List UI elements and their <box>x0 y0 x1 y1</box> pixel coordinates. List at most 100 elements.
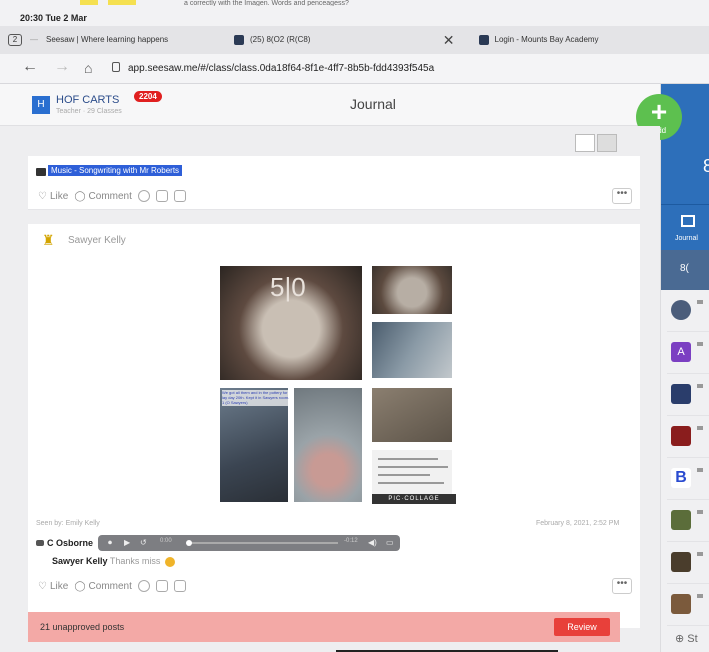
browser-tabs: 2 — Seesaw | Where learning happens (25)… <box>0 26 709 54</box>
unapproved-count: 21 unapproved posts <box>40 622 125 632</box>
selected-row-label: 8( <box>680 263 689 274</box>
tab-count-icon[interactable]: 2 <box>8 34 22 46</box>
student-avatar-icon <box>671 552 691 572</box>
folder-icon <box>36 168 46 176</box>
tab-class[interactable]: (25) 8(O2 (R(C8) ✕ <box>220 26 465 54</box>
reply-comment: Sawyer Kelly Thanks miss <box>52 556 175 567</box>
heart-icon: ♡ <box>38 190 47 202</box>
view-toggle <box>575 134 621 154</box>
recipe-text-line <box>378 466 448 468</box>
class-name: HOF CARTS <box>56 94 120 106</box>
student-row[interactable] <box>667 500 709 542</box>
student-name-fragment <box>697 510 703 514</box>
tab-label: Login - Mounts Bay Academy <box>494 35 599 44</box>
like-label: Like <box>49 190 69 202</box>
review-button[interactable]: Review <box>554 618 610 636</box>
student-row[interactable] <box>667 542 709 584</box>
comment-label: Comment <box>88 580 132 592</box>
cake-photo-small[interactable] <box>370 264 454 316</box>
highlight-mark <box>108 0 136 5</box>
seen-by: Seen by: Emily Kelly <box>36 520 100 527</box>
audio-player[interactable]: ⏺ ▶ ↺ 0:00 -0:12 ◀) ▭ <box>98 535 400 551</box>
more-options-button[interactable]: ••• <box>612 578 632 594</box>
student-name-fragment <box>697 552 703 556</box>
baking-photo[interactable]: We got all them and in the pottery for l… <box>218 386 290 504</box>
add-student-button[interactable]: ⊕ St <box>675 632 698 645</box>
folder-label[interactable]: Music - Songwriting with Mr Roberts <box>48 165 183 176</box>
student-name-fragment <box>697 300 703 304</box>
home-icon[interactable]: ⌂ <box>84 60 92 76</box>
grid-view-icon[interactable] <box>597 134 617 152</box>
student-name-fragment <box>697 468 703 472</box>
post-date: February 8, 2021, 2:52 PM <box>536 520 620 527</box>
tab-login[interactable]: Login - Mounts Bay Academy <box>465 26 709 54</box>
student-name-fragment <box>697 384 703 388</box>
status-bar: a correctly with the Imagen. Words and p… <box>0 0 709 26</box>
student-row[interactable] <box>667 290 709 332</box>
student-row[interactable] <box>667 584 709 626</box>
journal-tab[interactable]: Journal <box>661 204 709 250</box>
boy-photo[interactable] <box>370 320 454 380</box>
audio-record-icon[interactable]: ⏺ <box>108 538 112 548</box>
like-button[interactable]: ♡ Like <box>38 191 68 202</box>
journal-tab-label: Journal <box>675 235 698 242</box>
recipe-photo[interactable]: PIC·COLLAGE <box>370 448 456 504</box>
smile-emoji-icon <box>164 556 175 567</box>
volume-icon[interactable]: ◀) <box>368 538 377 547</box>
student-avatar-icon <box>671 300 691 320</box>
top-text-snippet: a correctly with the Imagen. Words and p… <box>184 0 349 6</box>
back-arrow-icon[interactable]: ← <box>22 58 38 76</box>
audio-progress-knob[interactable] <box>186 540 192 546</box>
view-icon[interactable] <box>137 580 150 592</box>
fullscreen-icon[interactable]: ▭ <box>386 538 394 547</box>
cake-photo[interactable]: 5|0 <box>218 264 364 382</box>
student-row[interactable] <box>667 374 709 416</box>
folder-action-icon[interactable] <box>173 580 186 592</box>
clock: 20:30 Tue 2 Mar <box>20 13 87 23</box>
page-title: Journal <box>350 96 396 112</box>
recipe-text-line <box>378 482 444 484</box>
student-name-fragment <box>697 426 703 430</box>
audio-remaining-time: -0:12 <box>344 538 358 544</box>
selected-student-row[interactable]: 8( <box>661 250 709 290</box>
more-options-button[interactable]: ••• <box>612 188 632 204</box>
lock-icon <box>112 62 120 72</box>
student-name-fragment <box>697 594 703 598</box>
post-card: Music - Songwriting with Mr Roberts ♡ Lik… <box>28 156 640 210</box>
student-row[interactable]: B <box>667 458 709 500</box>
forward-arrow-icon[interactable]: → <box>54 58 70 76</box>
finished-cake-photo[interactable] <box>292 386 364 504</box>
comment-button[interactable]: ◯ Comment <box>74 581 132 592</box>
like-button[interactable]: ♡ Like <box>38 581 68 592</box>
comment-button[interactable]: ◯ Comment <box>74 191 132 202</box>
replay-icon[interactable]: ↺ <box>140 538 147 547</box>
letter-avatar-icon: B <box>671 468 691 488</box>
tab-label: (25) 8(O2 (R(C8) <box>250 35 311 44</box>
flag-icon[interactable] <box>155 580 168 592</box>
flag-icon[interactable] <box>155 190 168 202</box>
class-switcher[interactable]: H HOF CARTS Teacher · 29 Classes 2204 <box>32 90 162 118</box>
close-tab-icon[interactable]: ✕ <box>443 26 455 54</box>
student-row[interactable] <box>667 416 709 458</box>
class-summary-number: 8 <box>703 156 709 176</box>
comment-label: Comment <box>88 190 132 202</box>
reply-text: Thanks miss <box>109 556 161 566</box>
student-figure-icon: ♜ <box>42 232 55 248</box>
recipe-text-line <box>378 458 438 460</box>
tab-favicon-icon: — <box>30 35 38 44</box>
comment-icon: ◯ <box>74 190 86 202</box>
notification-badge: 2204 <box>134 91 162 102</box>
letter-avatar-icon: A <box>671 342 691 362</box>
boy-baking-photo[interactable] <box>370 386 454 444</box>
list-view-icon[interactable] <box>575 134 595 152</box>
folder-action-icon[interactable] <box>173 190 186 202</box>
view-icon[interactable] <box>137 190 150 202</box>
comment-bubble-icon <box>36 540 44 546</box>
url-field[interactable]: app.seesaw.me/#/class/class.0da18f64-8f1… <box>128 63 434 74</box>
play-icon[interactable]: ▶ <box>124 538 130 547</box>
audio-progress-track[interactable] <box>188 542 338 544</box>
tab-seesaw[interactable]: 2 — Seesaw | Where learning happens <box>0 26 220 54</box>
class-subtitle: Teacher · 29 Classes <box>56 108 122 115</box>
student-row[interactable]: A <box>667 332 709 374</box>
app-header: H HOF CARTS Teacher · 29 Classes 2204 Jo… <box>0 84 660 126</box>
